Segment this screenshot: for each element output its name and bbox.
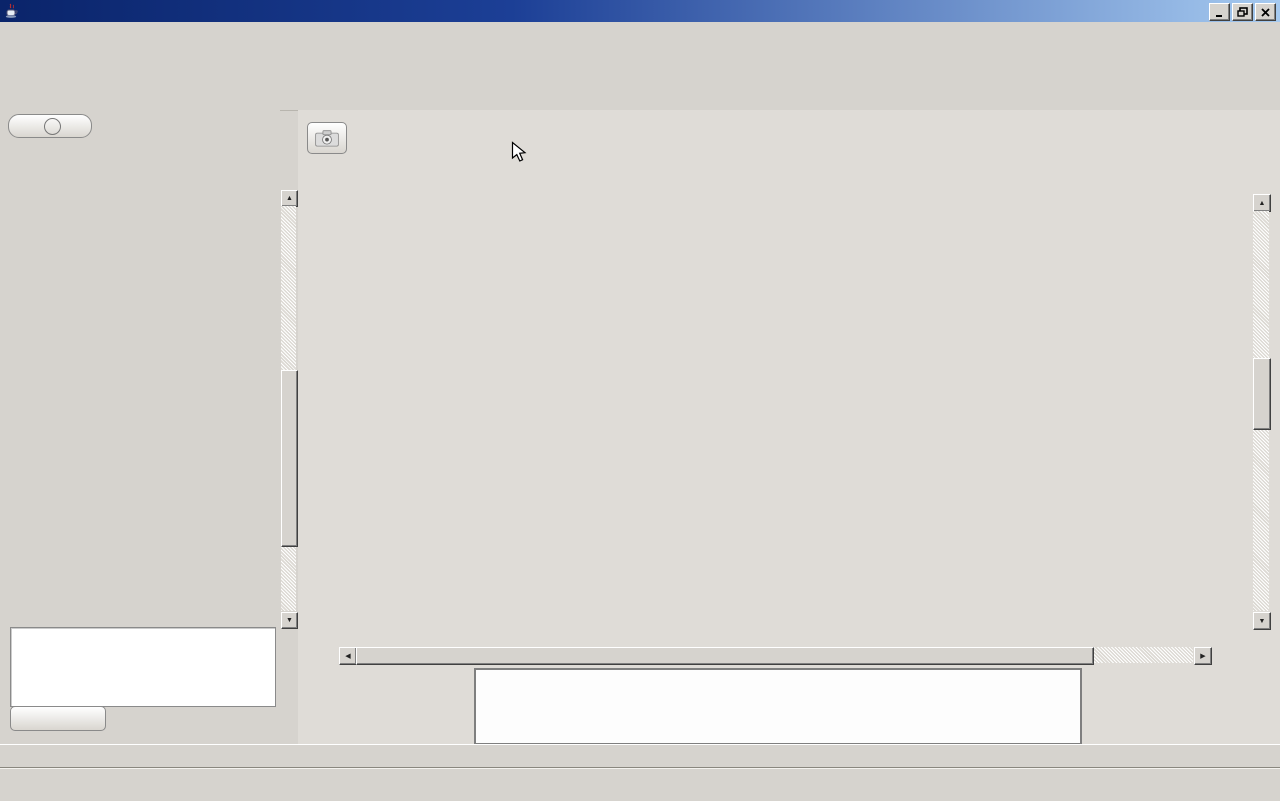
collapse-button[interactable] — [8, 114, 92, 138]
change-cal-button[interactable] — [10, 706, 106, 731]
capture-button[interactable] — [305, 122, 349, 157]
scroll-up-icon[interactable]: ▲ — [1253, 194, 1271, 212]
toolbar — [0, 45, 1280, 111]
collapse-chevron-icon — [44, 118, 61, 135]
freq-axis-scrollbar[interactable]: ◀ ▶ — [339, 647, 1210, 664]
sidebar-scrollbar[interactable]: ▲ ▼ — [281, 190, 298, 628]
camera-icon[interactable] — [307, 122, 347, 154]
scrollbar-thumb[interactable] — [356, 647, 1094, 665]
scroll-down-icon[interactable]: ▼ — [281, 612, 298, 629]
legend-panel — [474, 668, 1082, 745]
window-titlebar — [0, 0, 1280, 22]
scrollbar-thumb[interactable] — [281, 370, 298, 547]
app-icon — [4, 3, 20, 19]
plot-area[interactable] — [339, 194, 1211, 626]
scrollbar-thumb[interactable] — [1253, 358, 1271, 430]
menubar — [0, 22, 1280, 46]
minimize-button[interactable] — [1209, 3, 1230, 21]
taskbar — [0, 768, 1280, 801]
mouse-cursor — [511, 141, 529, 166]
sidebar — [0, 110, 280, 744]
restore-button[interactable] — [1232, 3, 1253, 21]
close-icon[interactable] — [1255, 3, 1276, 21]
measurement-list — [0, 140, 280, 640]
graph-vertical-scrollbar[interactable]: ▲ ▼ — [1253, 194, 1270, 628]
scroll-left-icon[interactable]: ◀ — [339, 647, 357, 665]
scroll-up-icon[interactable]: ▲ — [281, 190, 298, 207]
window-controls — [1207, 3, 1276, 21]
scroll-down-icon[interactable]: ▼ — [1253, 612, 1271, 630]
scroll-right-icon[interactable]: ▶ — [1194, 647, 1212, 665]
status-bar — [0, 744, 1280, 769]
notes-box[interactable] — [10, 627, 276, 707]
